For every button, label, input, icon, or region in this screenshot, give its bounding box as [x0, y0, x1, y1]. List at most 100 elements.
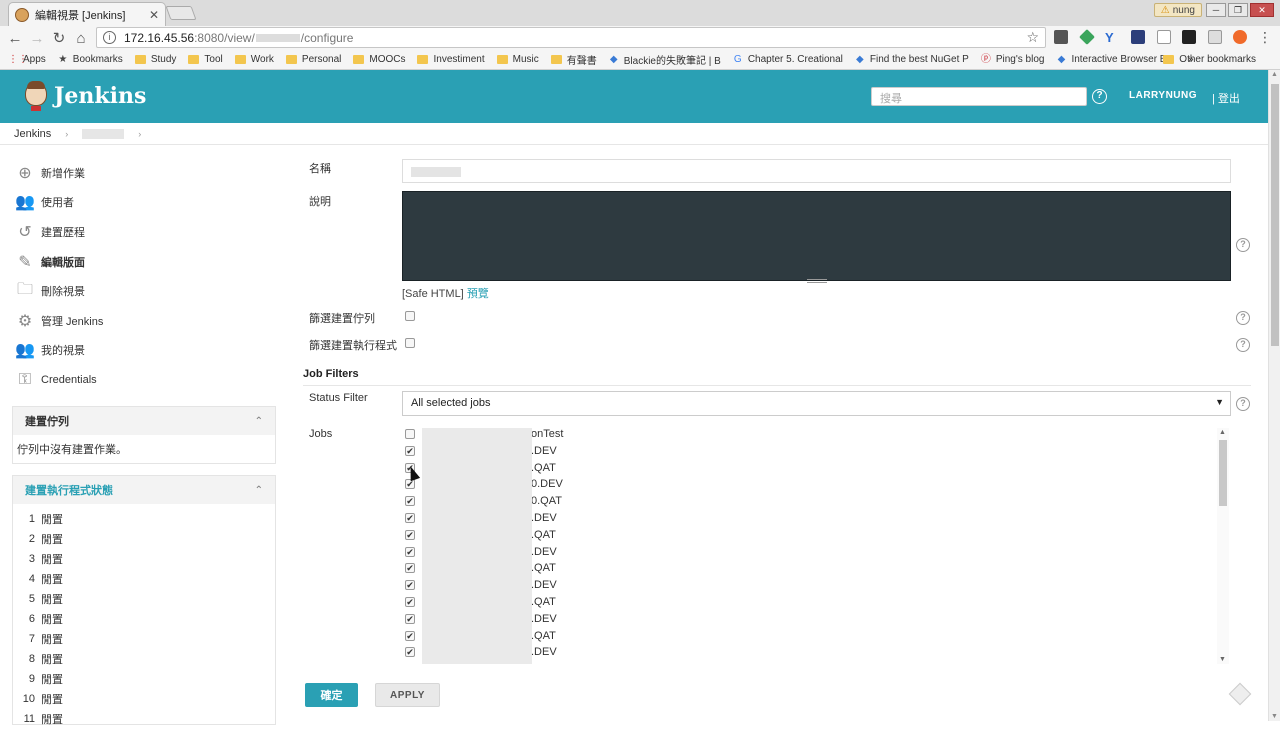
- breadcrumb-view-redacted[interactable]: [82, 128, 125, 139]
- bookmark-item[interactable]: ⓟ Ping's blog: [981, 54, 1045, 65]
- build-queue-header[interactable]: 建置佇列 ⌃: [13, 407, 275, 435]
- apply-button[interactable]: APPLY: [375, 683, 440, 707]
- executor-status-title[interactable]: 建置執行程式狀態: [25, 482, 113, 498]
- chrome-menu-icon[interactable]: ⋮: [1258, 30, 1272, 44]
- sidebar-task[interactable]: ✎ 編輯版面: [14, 247, 274, 277]
- window-close-button[interactable]: ✕: [1250, 3, 1274, 17]
- executor-row: 10 閒置: [17, 689, 271, 709]
- bookmark-item[interactable]: ★ Bookmarks: [58, 54, 123, 65]
- profile-badge[interactable]: ⚠ nung: [1153, 3, 1202, 17]
- bookmark-item[interactable]: ⋮⋮ Apps: [8, 54, 46, 65]
- v-extension-icon[interactable]: Y: [1105, 30, 1119, 45]
- bookmark-item[interactable]: ◆ Find the best NuGet P: [855, 54, 969, 65]
- orange-extension-icon[interactable]: [1233, 30, 1247, 44]
- new-tab-button[interactable]: [165, 6, 197, 20]
- bookmark-item[interactable]: ◆ Interactive Browser Ba: [1056, 54, 1172, 65]
- job-checkbox[interactable]: ✔: [405, 563, 415, 574]
- search-input[interactable]: 搜尋: [871, 87, 1087, 106]
- maximize-button[interactable]: ❐: [1228, 3, 1248, 17]
- jobs-scrollbar[interactable]: ▲ ▼: [1217, 428, 1229, 664]
- job-checkbox[interactable]: ✔: [405, 580, 415, 591]
- logout-link[interactable]: | 登出: [1212, 90, 1240, 106]
- pocket-extension-icon[interactable]: [1054, 30, 1068, 44]
- safe-html-note: [Safe HTML] 預覽: [402, 285, 489, 301]
- warning-icon: ⚠: [1160, 4, 1170, 16]
- job-checkbox[interactable]: ✔: [405, 630, 415, 641]
- ok-button[interactable]: 確定: [305, 683, 358, 707]
- description-textarea[interactable]: [402, 191, 1231, 283]
- minimize-button[interactable]: ─: [1206, 3, 1226, 17]
- browser-tab[interactable]: 編輯視景 [Jenkins] ✕: [8, 2, 166, 26]
- scroll-up-icon[interactable]: ▲: [1219, 429, 1226, 436]
- tab-close-icon[interactable]: ✕: [149, 8, 159, 22]
- job-checkbox[interactable]: ✔: [405, 513, 415, 523]
- bookmark-item[interactable]: G Chapter 5. Creational: [733, 54, 843, 65]
- executor-number: 9: [28, 673, 35, 685]
- help-icon[interactable]: ?: [1092, 89, 1107, 104]
- resize-grip-icon[interactable]: [807, 279, 827, 283]
- sidebar-task[interactable]: 👥 使用者: [14, 188, 274, 218]
- status-filter-select[interactable]: All selected jobs ▼: [402, 391, 1231, 416]
- dropdown-arrow-icon: ▼: [1215, 397, 1224, 407]
- bookmark-item[interactable]: 有聲書: [550, 52, 597, 67]
- dark-extension-icon[interactable]: [1182, 30, 1196, 44]
- sidebar-task[interactable]: ⚙ 管理 Jenkins: [14, 306, 274, 336]
- back-arrow-icon[interactable]: ←: [4, 30, 26, 47]
- preview-link[interactable]: 預覽: [467, 288, 489, 300]
- help-icon[interactable]: ?: [1236, 238, 1250, 252]
- scrollbar-thumb[interactable]: [1219, 440, 1227, 506]
- job-checkbox[interactable]: ✔: [405, 597, 415, 607]
- breadcrumb-jenkins[interactable]: Jenkins: [14, 128, 51, 140]
- bookmark-item[interactable]: Investiment: [417, 54, 485, 65]
- sidebar-task[interactable]: ↺ 建置歷程: [14, 217, 274, 247]
- job-checkbox[interactable]: ✔: [405, 445, 415, 456]
- job-name: .QAT: [531, 629, 556, 642]
- reload-icon[interactable]: ↻: [48, 29, 70, 47]
- help-icon[interactable]: ?: [1236, 311, 1250, 325]
- username-link[interactable]: LARRYNUNG: [1129, 90, 1197, 101]
- bookmark-item[interactable]: Personal: [285, 54, 342, 65]
- executor-status-header[interactable]: 建置執行程式狀態 ⌃: [13, 476, 275, 504]
- bookmark-item[interactable]: MOOCs: [353, 54, 405, 65]
- scroll-up-icon[interactable]: ▲: [1271, 71, 1278, 78]
- filter-executors-checkbox[interactable]: [405, 338, 415, 348]
- info-icon[interactable]: i: [103, 31, 116, 44]
- sidebar-task[interactable]: 🗀 刪除視景: [14, 276, 274, 306]
- page-scrollbar[interactable]: ▲ ▼: [1268, 70, 1280, 721]
- chevron-up-icon[interactable]: ⌃: [255, 485, 263, 496]
- gray-extension-icon[interactable]: [1208, 30, 1222, 44]
- page-scrollbar-thumb[interactable]: [1271, 84, 1279, 346]
- name-input[interactable]: [402, 159, 1231, 183]
- bookmark-label: Personal: [301, 54, 342, 65]
- sidebar-task[interactable]: ⊕ 新增作業: [14, 158, 274, 188]
- job-checkbox[interactable]: ✔: [405, 546, 415, 557]
- bookmark-item[interactable]: Music: [496, 54, 539, 65]
- job-checkbox[interactable]: [405, 429, 415, 439]
- forward-arrow-icon[interactable]: →: [26, 30, 48, 47]
- chevron-up-icon[interactable]: ⌃: [255, 416, 263, 427]
- page-extension-icon[interactable]: [1157, 30, 1171, 44]
- job-filters-title: Job Filters: [303, 368, 359, 380]
- bookmark-item[interactable]: Study: [134, 54, 176, 65]
- bookmark-star-icon[interactable]: ☆: [1026, 29, 1039, 46]
- job-checkbox[interactable]: ✔: [405, 613, 415, 624]
- jenkins-logo[interactable]: Jenkins: [22, 80, 146, 112]
- blue-extension-icon[interactable]: [1131, 30, 1145, 44]
- other-bookmarks[interactable]: Other bookmarks: [1163, 54, 1256, 65]
- address-bar[interactable]: i 172.16.45.56 :8080/view/ /configure ☆: [96, 27, 1046, 48]
- home-icon[interactable]: ⌂: [70, 30, 92, 47]
- filter-queue-checkbox[interactable]: [405, 311, 415, 321]
- help-icon[interactable]: ?: [1236, 338, 1250, 352]
- scroll-down-icon[interactable]: ▼: [1271, 713, 1278, 720]
- scroll-down-icon[interactable]: ▼: [1219, 656, 1226, 663]
- sidebar-task[interactable]: ⚿ Credentials: [14, 365, 274, 395]
- build-queue-empty: 佇列中沒有建置作業。: [17, 444, 127, 456]
- sidebar-task[interactable]: 👥 我的視景: [14, 336, 274, 366]
- job-checkbox[interactable]: ✔: [405, 647, 415, 658]
- bookmark-item[interactable]: Tool: [188, 54, 223, 65]
- job-checkbox[interactable]: ✔: [405, 496, 415, 507]
- job-checkbox[interactable]: ✔: [405, 529, 415, 540]
- bookmark-item[interactable]: Work: [234, 54, 274, 65]
- bookmark-item[interactable]: ◆ Blackie的失敗筆記 | B: [609, 52, 721, 67]
- help-icon[interactable]: ?: [1236, 397, 1250, 411]
